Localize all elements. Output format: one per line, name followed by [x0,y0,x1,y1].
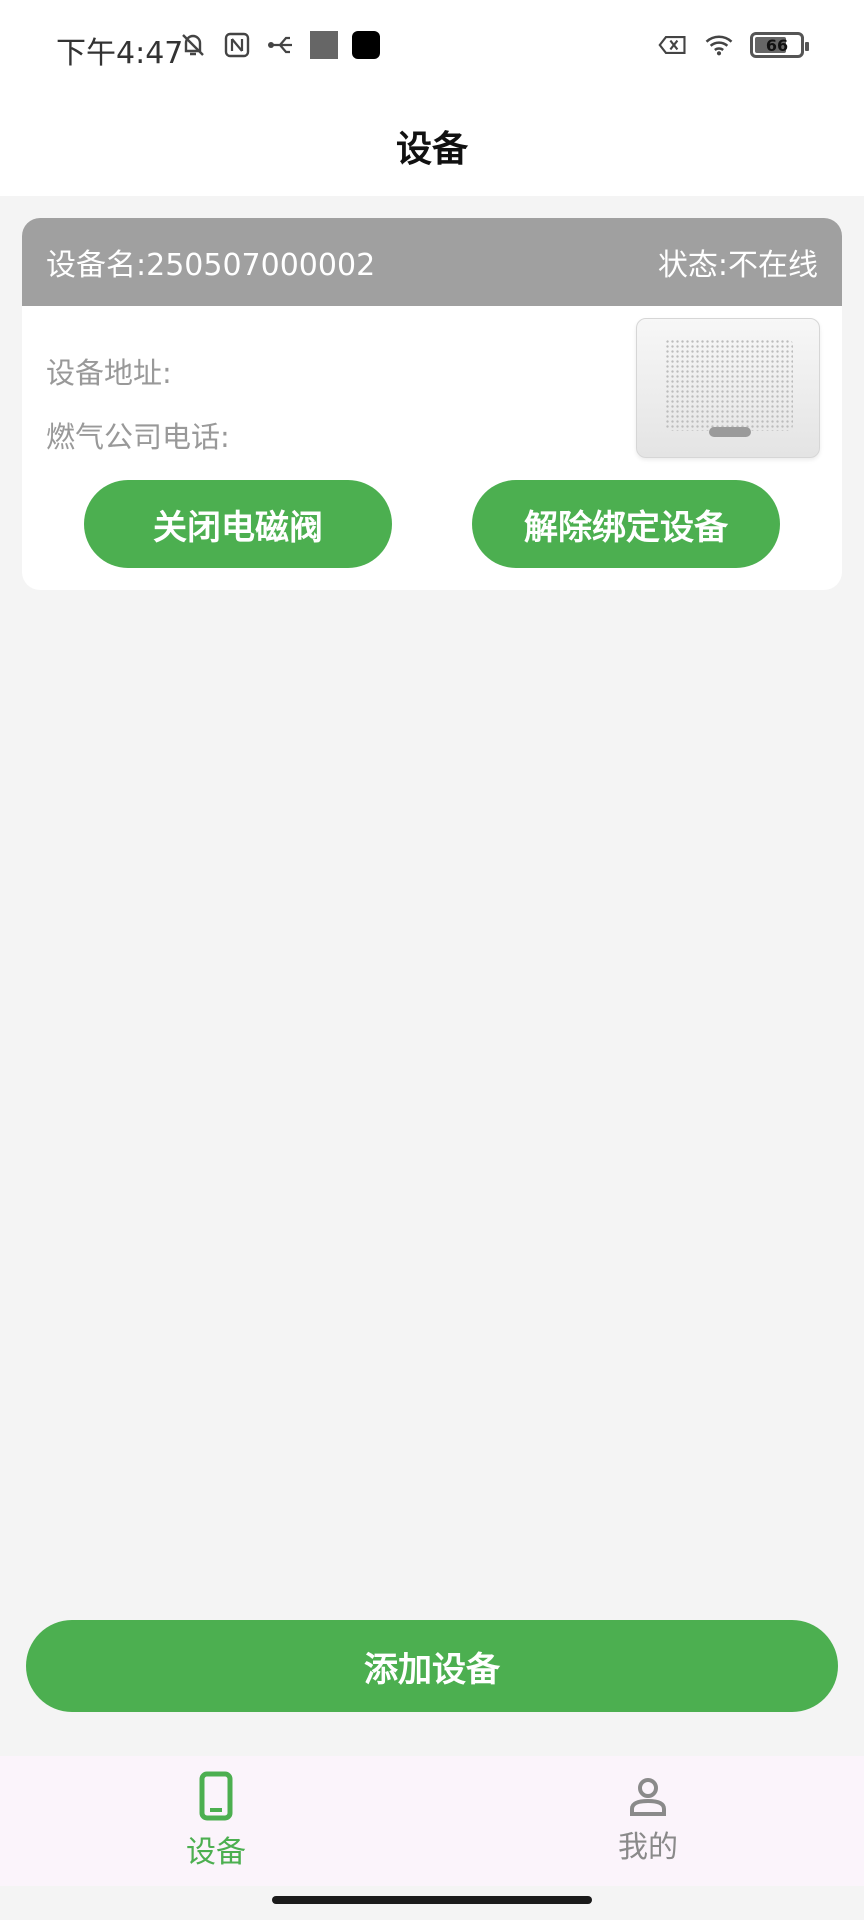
gas-company-phone-label: 燃气公司电话: [46,420,230,454]
bottom-nav: 设备 我的 [0,1756,864,1886]
home-indicator[interactable] [272,1896,592,1904]
close-valve-button[interactable]: 关闭电磁阀 [84,480,392,568]
add-device-button[interactable]: 添加设备 [26,1620,838,1712]
nav-item-devices[interactable]: 设备 [0,1756,432,1886]
device-card-body: 设备地址: 燃气公司电话: 关闭电磁阀 解除绑定设备 [22,306,842,590]
wifi-icon [704,30,734,60]
page-title: 设备 [395,129,468,170]
device-status: 状态:不在线 [657,248,818,283]
nav-label-mine: 我的 [618,1830,678,1865]
device-card[interactable]: 设备名:250507000002 状态:不在线 设备地址: 燃气公司电话: 关闭… [22,218,842,590]
device-card-header: 设备名:250507000002 状态:不在线 [22,218,842,306]
device-image [636,318,820,458]
app-notification-icon [352,31,380,59]
device-name: 设备名:250507000002 [46,248,376,283]
usb-icon [266,30,296,60]
battery-icon: 66 [750,32,809,58]
status-icons-right: 66 [658,30,809,60]
unbind-device-button[interactable]: 解除绑定设备 [472,480,780,568]
status-icons-left [178,30,380,60]
status-bar: 下午4:47 66 [0,0,864,96]
device-address-label: 设备地址: [46,356,172,390]
battery-level: 66 [765,35,789,55]
notification-square-icon [310,31,338,59]
nav-item-mine[interactable]: 我的 [432,1756,864,1886]
phone-device-icon [199,1771,233,1821]
nav-label-devices: 设备 [186,1835,246,1870]
page-header: 设备 [0,96,864,196]
person-icon [630,1778,666,1816]
no-sim-icon [658,30,688,60]
nfc-icon [222,30,252,60]
status-time: 下午4:47 [56,36,184,71]
app-screen: 下午4:47 66 设备 设备名:250507000002 状态:不在线 设备地… [0,0,864,1920]
mute-bell-icon [178,30,208,60]
